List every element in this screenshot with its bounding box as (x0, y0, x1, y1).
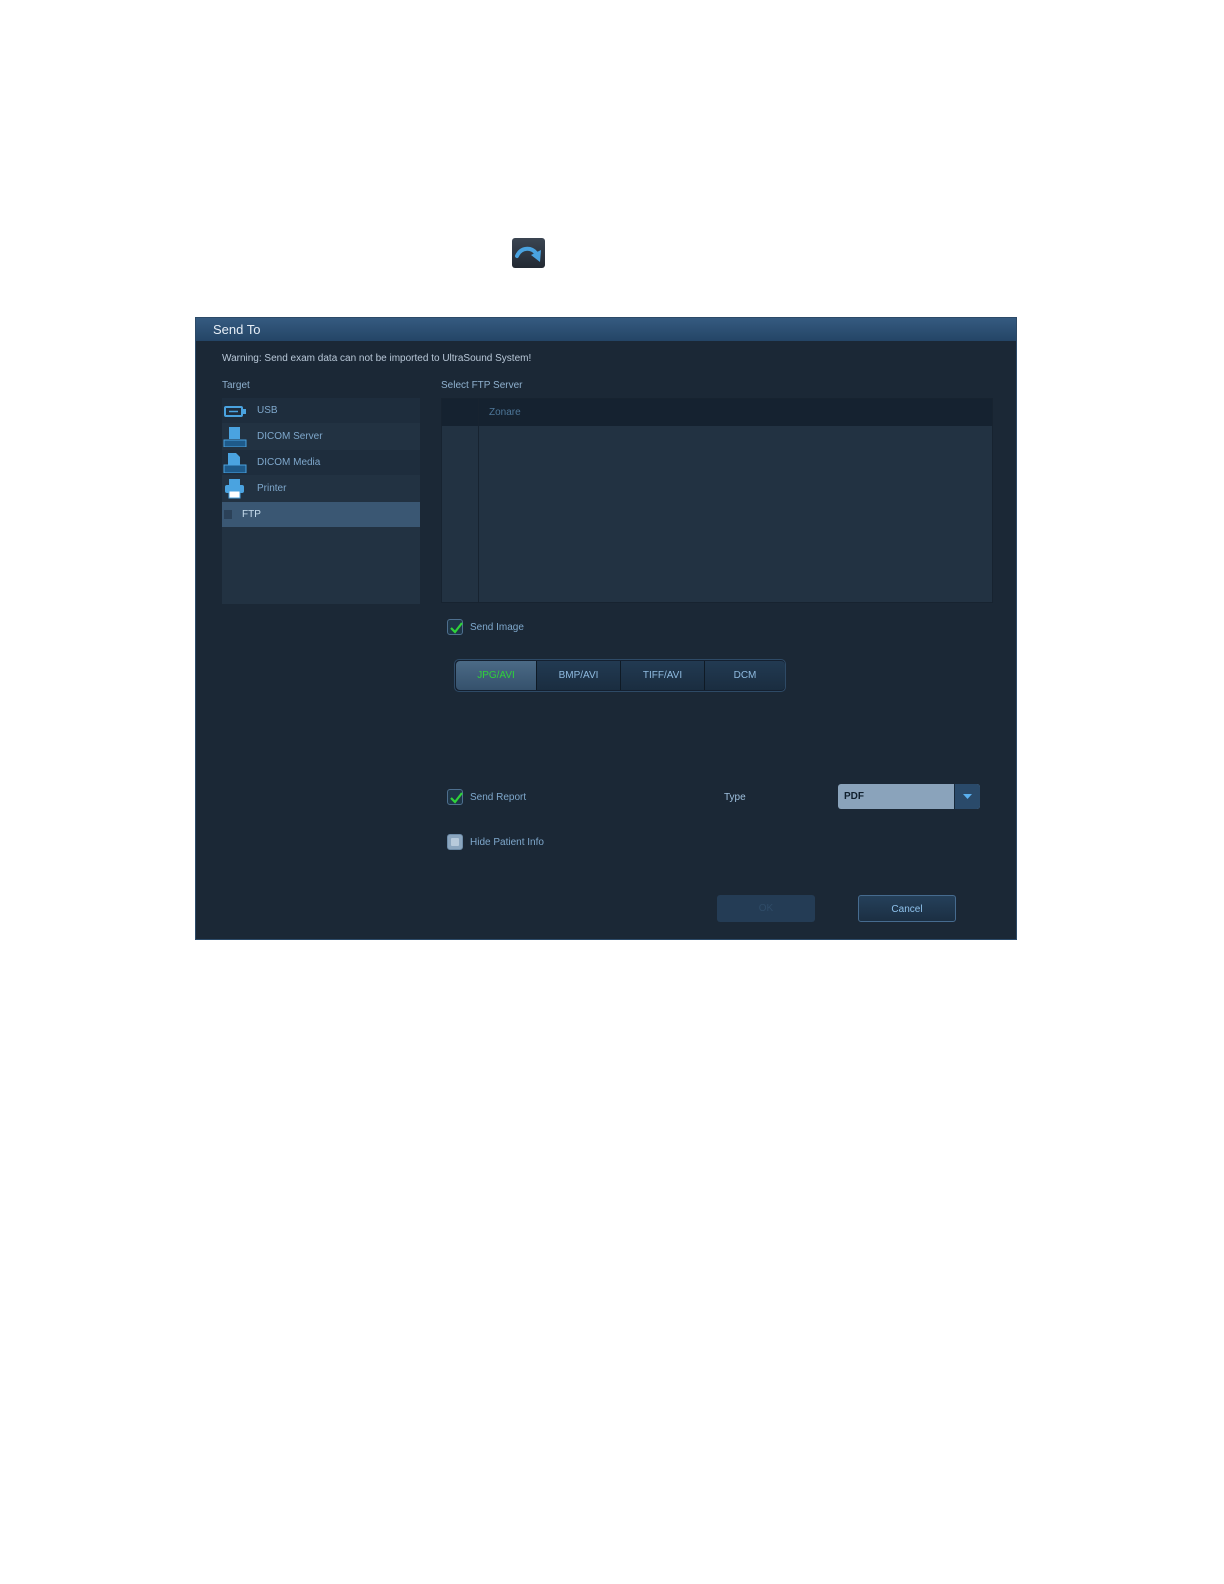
target-item-dicom-media[interactable]: DICOM Media (222, 450, 420, 475)
target-item-label: DICOM Media (257, 457, 321, 468)
check-icon (450, 622, 463, 634)
format-tiff-avi-button[interactable]: TIFF/AVI (621, 661, 705, 690)
format-bmp-avi-button[interactable]: BMP/AVI (537, 661, 621, 690)
dicom-server-icon (223, 427, 247, 448)
send-to-arrow-icon[interactable] (512, 238, 545, 268)
target-item-label: DICOM Server (257, 431, 323, 442)
target-label: Target (222, 380, 250, 391)
target-item-label: Printer (257, 483, 287, 494)
printer-icon (223, 479, 247, 499)
ftp-server-table[interactable]: Zonare (441, 398, 993, 603)
target-item-ftp[interactable]: FTP (222, 502, 420, 527)
target-item-printer[interactable]: Printer (222, 476, 420, 501)
hide-patient-info-checkbox[interactable] (447, 834, 463, 850)
send-to-dialog: Send To Warning: Send exam data can not … (195, 317, 1017, 940)
target-item-usb[interactable]: USB (222, 398, 420, 423)
server-label: Select FTP Server (441, 380, 523, 391)
selection-marker (224, 510, 232, 519)
target-item-label: USB (257, 405, 278, 416)
target-item-dicom-server[interactable]: DICOM Server (222, 424, 420, 449)
report-type-value: PDF (844, 791, 864, 802)
chevron-down-icon[interactable] (954, 784, 980, 809)
type-label: Type (724, 792, 746, 803)
send-report-checkbox[interactable] (447, 789, 463, 805)
cancel-button[interactable]: Cancel (858, 895, 956, 922)
ok-button[interactable]: OK (717, 895, 815, 922)
table-header: Zonare (442, 399, 992, 426)
send-image-checkbox[interactable] (447, 619, 463, 635)
target-list: USB DICOM Server DICOM Media Printer FTP (222, 398, 420, 604)
target-item-label: FTP (242, 509, 261, 520)
format-dcm-button[interactable]: DCM (705, 661, 785, 690)
send-image-label: Send Image (470, 622, 524, 633)
hide-patient-info-label: Hide Patient Info (470, 837, 544, 848)
send-report-label: Send Report (470, 792, 527, 803)
format-jpg-avi-button[interactable]: JPG/AVI (456, 661, 537, 690)
image-format-selector: JPG/AVI BMP/AVI TIFF/AVI DCM (454, 659, 786, 692)
usb-icon (223, 401, 247, 421)
column-divider (478, 399, 479, 602)
report-type-select[interactable]: PDF (838, 784, 980, 809)
dicom-media-icon (223, 453, 247, 474)
check-icon (450, 792, 463, 804)
column-header-server: Zonare (489, 407, 521, 418)
dialog-title: Send To (196, 318, 1016, 341)
warning-message: Warning: Send exam data can not be impor… (222, 353, 532, 364)
